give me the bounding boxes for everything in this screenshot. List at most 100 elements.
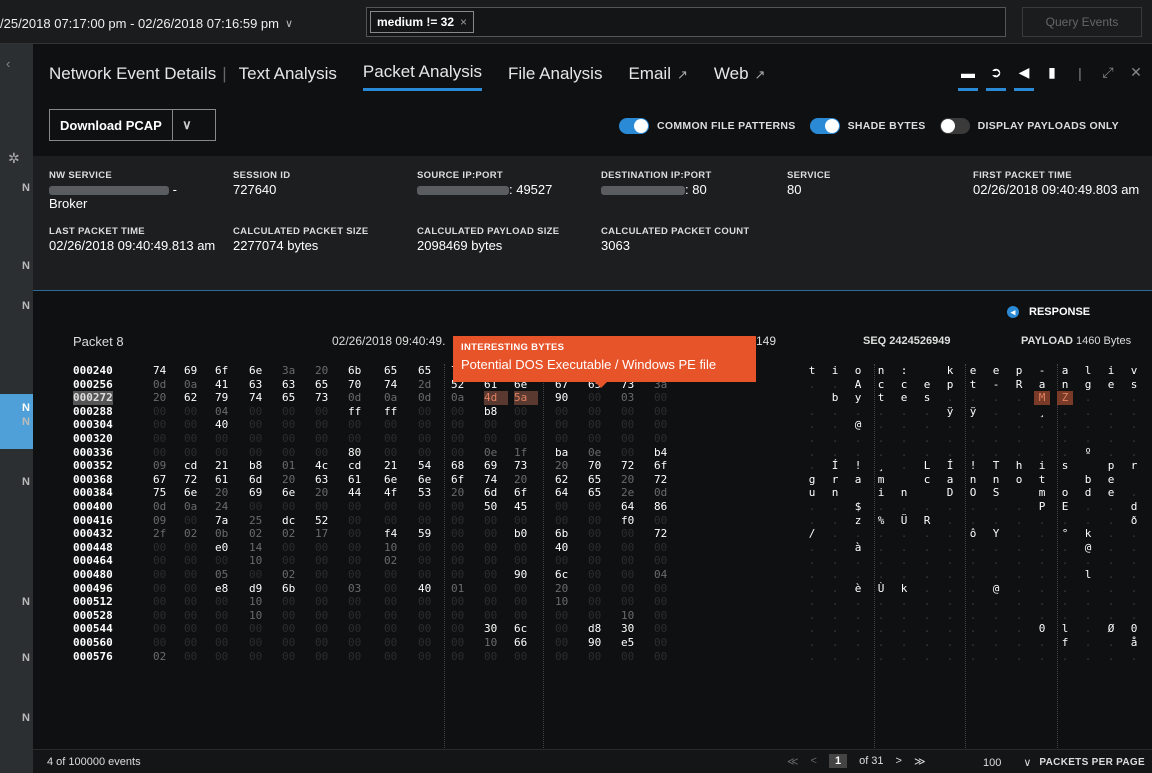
hex-byte[interactable]: 0a	[451, 391, 475, 405]
hex-byte[interactable]: 00	[654, 391, 678, 405]
ascii-char[interactable]: .	[896, 500, 912, 514]
hex-byte[interactable]: 20	[555, 459, 579, 473]
ascii-char[interactable]: y	[850, 391, 866, 405]
hex-byte[interactable]: 00	[514, 514, 538, 528]
hex-byte[interactable]: 25	[249, 514, 273, 528]
hex-byte[interactable]: 00	[384, 418, 408, 432]
ascii-char[interactable]: .	[896, 595, 912, 609]
ascii-char[interactable]: .	[942, 500, 958, 514]
ascii-char[interactable]: .	[988, 595, 1004, 609]
ascii-char[interactable]: t	[1034, 473, 1050, 487]
ascii-char[interactable]: .	[873, 595, 889, 609]
ascii-char[interactable]: c	[896, 378, 912, 392]
hex-byte[interactable]: 00	[451, 446, 475, 460]
hex-byte[interactable]: 0d	[153, 500, 177, 514]
hex-byte[interactable]: 00	[153, 405, 177, 419]
ascii-char[interactable]: .	[827, 541, 843, 555]
ascii-char[interactable]: .	[1103, 568, 1119, 582]
ascii-char[interactable]: .	[850, 554, 866, 568]
hex-byte[interactable]: 00	[153, 582, 177, 596]
hex-byte[interactable]: 6f	[215, 364, 239, 378]
hex-byte[interactable]: 65	[418, 364, 442, 378]
ascii-char[interactable]: .	[827, 500, 843, 514]
ascii-char[interactable]: u	[804, 486, 820, 500]
tab-text-analysis[interactable]: Text Analysis	[239, 64, 337, 90]
hex-byte[interactable]: 3a	[282, 364, 306, 378]
hex-byte[interactable]: f4	[384, 527, 408, 541]
hex-byte[interactable]: 0d	[153, 378, 177, 392]
hex-byte[interactable]: 00	[184, 554, 208, 568]
hex-byte[interactable]: 00	[514, 405, 538, 419]
hex-byte[interactable]: 02	[282, 568, 306, 582]
hex-row[interactable]: 000448 00 00 e0 14 00 00 00 10 00 00 00 00 40 00 00 00..…	[33, 541, 1152, 555]
ascii-char[interactable]: .	[988, 622, 1004, 636]
hex-byte[interactable]: ba	[555, 446, 579, 460]
hex-byte[interactable]: 63	[315, 473, 339, 487]
hex-row[interactable]: 000480 00 00 05 00 02 00 00 00 00 00 00 90 6c 00 00 04..…	[33, 568, 1152, 582]
ascii-char[interactable]: .	[988, 391, 1004, 405]
hex-byte[interactable]: 00	[451, 418, 475, 432]
hex-byte[interactable]: 21	[384, 459, 408, 473]
hex-byte[interactable]: 0d	[418, 391, 442, 405]
ascii-char[interactable]: .	[942, 432, 958, 446]
ascii-char[interactable]: k	[896, 582, 912, 596]
hex-byte[interactable]: 79	[215, 391, 239, 405]
ascii-char[interactable]: .	[1057, 554, 1073, 568]
hex-byte[interactable]: 00	[384, 500, 408, 514]
ascii-char[interactable]: .	[1057, 514, 1073, 528]
ascii-char[interactable]: !	[965, 459, 981, 473]
hex-byte[interactable]: cd	[184, 459, 208, 473]
ascii-char[interactable]: Y	[988, 527, 1004, 541]
hex-byte[interactable]: 45	[514, 500, 538, 514]
ascii-char[interactable]: .	[804, 500, 820, 514]
ascii-char[interactable]: Í	[942, 459, 958, 473]
ascii-char[interactable]: .	[942, 595, 958, 609]
hex-byte[interactable]: 01	[451, 582, 475, 596]
ascii-char[interactable]: à	[850, 541, 866, 555]
ascii-char[interactable]: .	[988, 650, 1004, 664]
ascii-char[interactable]: .	[804, 609, 820, 623]
ascii-char[interactable]: .	[1080, 391, 1096, 405]
hex-row[interactable]: 000416 09 00 7a 25 dc 52 00 00 00 00 00 00 00 00 f0 00..…	[33, 514, 1152, 528]
hex-byte[interactable]: 00	[282, 650, 306, 664]
hex-byte[interactable]: 73	[514, 459, 538, 473]
ascii-char[interactable]: z	[850, 514, 866, 528]
ascii-char[interactable]: .	[1011, 500, 1027, 514]
hex-byte[interactable]: 6e	[384, 473, 408, 487]
hex-byte[interactable]: 00	[153, 446, 177, 460]
ascii-char[interactable]: b	[1080, 473, 1096, 487]
ascii-char[interactable]: .	[804, 554, 820, 568]
hex-byte[interactable]: 00	[184, 609, 208, 623]
query-events-button[interactable]: Query Events	[1022, 7, 1142, 37]
close-icon[interactable]: ✕	[1128, 64, 1144, 81]
ascii-char[interactable]: .	[988, 514, 1004, 528]
ascii-char[interactable]: .	[965, 582, 981, 596]
ascii-char[interactable]: .	[1034, 568, 1050, 582]
hex-byte[interactable]: 00	[315, 418, 339, 432]
ascii-char[interactable]: .	[873, 432, 889, 446]
ascii-char[interactable]: .	[850, 568, 866, 582]
hex-byte[interactable]: 53	[418, 486, 442, 500]
ascii-char[interactable]: .	[988, 405, 1004, 419]
ascii-char[interactable]: .	[1011, 636, 1027, 650]
hex-byte[interactable]: 00	[654, 541, 678, 555]
ascii-char[interactable]: .	[1011, 405, 1027, 419]
ascii-char[interactable]: t	[804, 364, 820, 378]
hex-row[interactable]: 000576 02 00 00 00 00 00 00 00 00 00 00 00 00 00 00 00..…	[33, 650, 1152, 664]
ascii-char[interactable]: .	[942, 636, 958, 650]
ascii-char[interactable]: .	[988, 432, 1004, 446]
ascii-char[interactable]: .	[873, 541, 889, 555]
hex-row[interactable]: 000528 00 00 00 10 00 00 00 00 00 00 00 00 00 00 10 00..…	[33, 609, 1152, 623]
ascii-char[interactable]: p	[1011, 364, 1027, 378]
hex-byte[interactable]: 00	[282, 554, 306, 568]
ascii-char[interactable]: .	[896, 568, 912, 582]
ascii-char[interactable]: s	[1126, 378, 1142, 392]
hex-byte[interactable]: 00	[348, 527, 372, 541]
hex-byte[interactable]: 00	[249, 418, 273, 432]
hex-byte[interactable]: 00	[348, 622, 372, 636]
ascii-char[interactable]: .	[919, 595, 935, 609]
ascii-char[interactable]: .	[965, 418, 981, 432]
hex-byte[interactable]: 00	[282, 609, 306, 623]
ascii-char[interactable]: .	[827, 595, 843, 609]
ascii-char[interactable]: .	[1011, 554, 1027, 568]
